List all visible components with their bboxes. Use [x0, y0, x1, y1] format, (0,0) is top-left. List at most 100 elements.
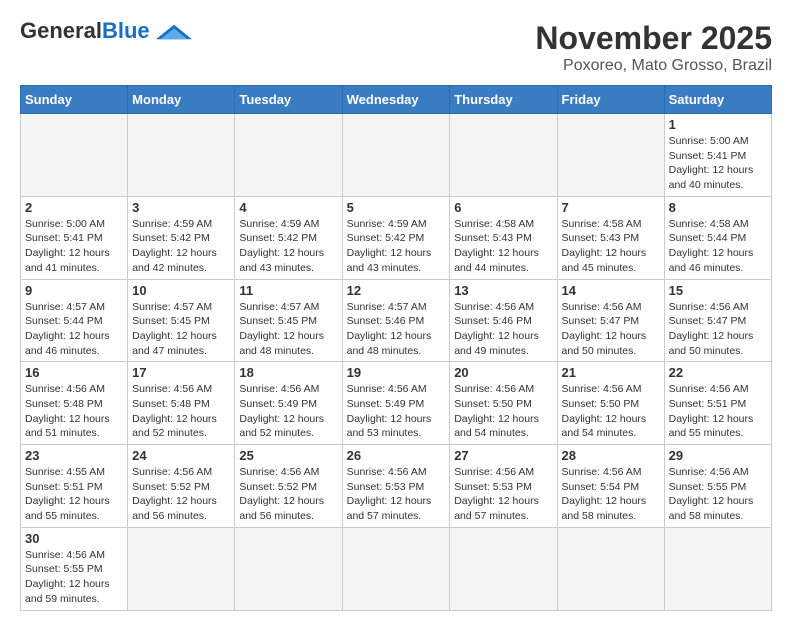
day-info: Sunrise: 5:00 AM Sunset: 5:41 PM Dayligh…: [25, 217, 123, 276]
day-info: Sunrise: 4:57 AM Sunset: 5:44 PM Dayligh…: [25, 300, 123, 359]
day-info: Sunrise: 4:56 AM Sunset: 5:46 PM Dayligh…: [454, 300, 552, 359]
col-saturday: Saturday: [664, 86, 771, 114]
table-row: 8 Sunrise: 4:58 AM Sunset: 5:44 PM Daylig…: [664, 196, 771, 279]
table-row: 4 Sunrise: 4:59 AM Sunset: 5:42 PM Daylig…: [235, 196, 342, 279]
logo: GeneralBlue: [20, 20, 194, 42]
logo-general: General: [20, 18, 102, 43]
header: GeneralBlue November 2025 Poxoreo, Mato …: [20, 20, 772, 75]
day-number: 16: [25, 365, 123, 380]
table-row: [450, 114, 557, 197]
day-info: Sunrise: 4:57 AM Sunset: 5:45 PM Dayligh…: [239, 300, 337, 359]
table-row: 10Sunrise: 4:57 AM Sunset: 5:45 PM Dayli…: [128, 279, 235, 362]
calendar-header-row: Sunday Monday Tuesday Wednesday Thursday…: [21, 86, 772, 114]
table-row: [128, 114, 235, 197]
page-subtitle: Poxoreo, Mato Grosso, Brazil: [535, 57, 772, 75]
day-number: 8: [669, 200, 767, 215]
day-info: Sunrise: 4:56 AM Sunset: 5:52 PM Dayligh…: [132, 465, 230, 524]
day-number: 11: [239, 283, 337, 298]
table-row: 16 Sunrise: 4:56 AM Sunset: 5:48 PM Dayli…: [21, 362, 128, 445]
table-row: [235, 114, 342, 197]
day-number: 3: [132, 200, 230, 215]
day-info: Sunrise: 4:59 AM Sunset: 5:42 PM Dayligh…: [347, 217, 446, 276]
table-row: [342, 527, 450, 610]
table-row: 30 Sunrise: 4:56 AM Sunset: 5:55 PM Dayli…: [21, 527, 128, 610]
day-info: Sunrise: 4:56 AM Sunset: 5:55 PM Dayligh…: [25, 548, 123, 607]
table-row: [557, 527, 664, 610]
table-row: [128, 527, 235, 610]
title-block: November 2025 Poxoreo, Mato Grosso, Braz…: [535, 20, 772, 75]
day-number: 5: [347, 200, 446, 215]
day-number: 25: [239, 448, 337, 463]
day-number: 13: [454, 283, 552, 298]
table-row: 28 Sunrise: 4:56 AM Sunset: 5:54 PM Dayli…: [557, 445, 664, 528]
day-number: 15: [669, 283, 767, 298]
day-info: Sunrise: 4:56 AM Sunset: 5:47 PM Dayligh…: [562, 300, 660, 359]
table-row: 14 Sunrise: 4:56 AM Sunset: 5:47 PM Dayli…: [557, 279, 664, 362]
day-number: 19: [347, 365, 446, 380]
day-number: 30: [25, 531, 123, 546]
col-thursday: Thursday: [450, 86, 557, 114]
day-info: Sunrise: 4:58 AM Sunset: 5:43 PM Dayligh…: [454, 217, 552, 276]
table-row: 2 Sunrise: 5:00 AM Sunset: 5:41 PM Daylig…: [21, 196, 128, 279]
table-row: 25Sunrise: 4:56 AM Sunset: 5:52 PM Dayli…: [235, 445, 342, 528]
day-number: 22: [669, 365, 767, 380]
table-row: [664, 527, 771, 610]
table-row: 12 Sunrise: 4:57 AM Sunset: 5:46 PM Dayli…: [342, 279, 450, 362]
day-number: 26: [347, 448, 446, 463]
table-row: [235, 527, 342, 610]
calendar: Sunday Monday Tuesday Wednesday Thursday…: [20, 85, 772, 611]
day-info: Sunrise: 5:00 AM Sunset: 5:41 PM Dayligh…: [669, 134, 767, 193]
table-row: 15 Sunrise: 4:56 AM Sunset: 5:47 PM Dayli…: [664, 279, 771, 362]
day-number: 18: [239, 365, 337, 380]
table-row: [557, 114, 664, 197]
table-row: 21Sunrise: 4:56 AM Sunset: 5:50 PM Dayli…: [557, 362, 664, 445]
day-number: 24: [132, 448, 230, 463]
day-info: Sunrise: 4:56 AM Sunset: 5:49 PM Dayligh…: [239, 382, 337, 441]
col-friday: Friday: [557, 86, 664, 114]
day-info: Sunrise: 4:59 AM Sunset: 5:42 PM Dayligh…: [239, 217, 337, 276]
day-info: Sunrise: 4:57 AM Sunset: 5:45 PM Dayligh…: [132, 300, 230, 359]
day-info: Sunrise: 4:56 AM Sunset: 5:49 PM Dayligh…: [347, 382, 446, 441]
day-info: Sunrise: 4:57 AM Sunset: 5:46 PM Dayligh…: [347, 300, 446, 359]
table-row: 22Sunrise: 4:56 AM Sunset: 5:51 PM Dayli…: [664, 362, 771, 445]
table-row: 29 Sunrise: 4:56 AM Sunset: 5:55 PM Dayli…: [664, 445, 771, 528]
col-sunday: Sunday: [21, 86, 128, 114]
day-number: 2: [25, 200, 123, 215]
day-number: 1: [669, 117, 767, 132]
day-info: Sunrise: 4:58 AM Sunset: 5:43 PM Dayligh…: [562, 217, 660, 276]
day-number: 9: [25, 283, 123, 298]
table-row: 18 Sunrise: 4:56 AM Sunset: 5:49 PM Dayli…: [235, 362, 342, 445]
day-info: Sunrise: 4:56 AM Sunset: 5:54 PM Dayligh…: [562, 465, 660, 524]
day-number: 4: [239, 200, 337, 215]
table-row: 9 Sunrise: 4:57 AM Sunset: 5:44 PM Daylig…: [21, 279, 128, 362]
day-info: Sunrise: 4:56 AM Sunset: 5:48 PM Dayligh…: [25, 382, 123, 441]
day-info: Sunrise: 4:56 AM Sunset: 5:53 PM Dayligh…: [347, 465, 446, 524]
table-row: [450, 527, 557, 610]
day-number: 21: [562, 365, 660, 380]
day-info: Sunrise: 4:56 AM Sunset: 5:55 PM Dayligh…: [669, 465, 767, 524]
table-row: 13 Sunrise: 4:56 AM Sunset: 5:46 PM Dayli…: [450, 279, 557, 362]
day-number: 6: [454, 200, 552, 215]
table-row: [342, 114, 450, 197]
day-number: 29: [669, 448, 767, 463]
table-row: 19 Sunrise: 4:56 AM Sunset: 5:49 PM Dayli…: [342, 362, 450, 445]
table-row: 1 Sunrise: 5:00 AM Sunset: 5:41 PM Daylig…: [664, 114, 771, 197]
day-info: Sunrise: 4:55 AM Sunset: 5:51 PM Dayligh…: [25, 465, 123, 524]
table-row: 5 Sunrise: 4:59 AM Sunset: 5:42 PM Daylig…: [342, 196, 450, 279]
table-row: 3Sunrise: 4:59 AM Sunset: 5:42 PM Daylig…: [128, 196, 235, 279]
page-title: November 2025: [535, 20, 772, 57]
day-number: 23: [25, 448, 123, 463]
table-row: 11 Sunrise: 4:57 AM Sunset: 5:45 PM Dayli…: [235, 279, 342, 362]
day-info: Sunrise: 4:58 AM Sunset: 5:44 PM Dayligh…: [669, 217, 767, 276]
day-info: Sunrise: 4:56 AM Sunset: 5:48 PM Dayligh…: [132, 382, 230, 441]
day-info: Sunrise: 4:56 AM Sunset: 5:47 PM Dayligh…: [669, 300, 767, 359]
col-tuesday: Tuesday: [235, 86, 342, 114]
day-number: 14: [562, 283, 660, 298]
logo-blue: Blue: [102, 18, 150, 43]
day-number: 12: [347, 283, 446, 298]
logo-text: GeneralBlue: [20, 20, 150, 42]
day-number: 28: [562, 448, 660, 463]
table-row: 24 Sunrise: 4:56 AM Sunset: 5:52 PM Dayli…: [128, 445, 235, 528]
day-info: Sunrise: 4:56 AM Sunset: 5:50 PM Dayligh…: [454, 382, 552, 441]
table-row: 6 Sunrise: 4:58 AM Sunset: 5:43 PM Daylig…: [450, 196, 557, 279]
